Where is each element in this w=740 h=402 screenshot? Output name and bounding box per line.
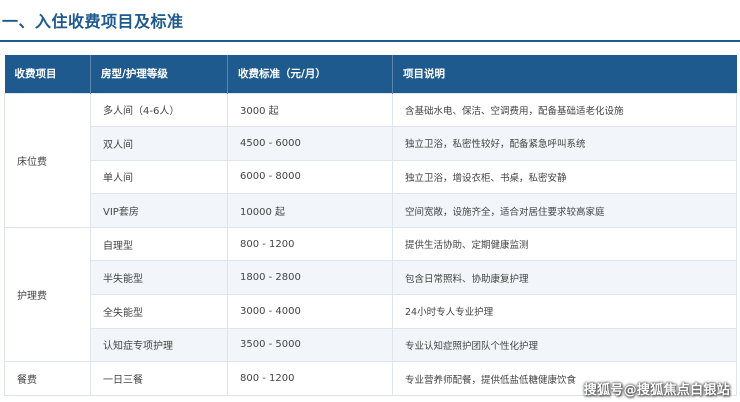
type-cell: 认知症专项护理 bbox=[90, 327, 228, 363]
type-cell: 单人间 bbox=[90, 159, 228, 195]
price-cell: 3000 起 bbox=[227, 92, 393, 128]
category-cell: 餐费 bbox=[4, 361, 91, 396]
price-cell: 1800 - 2800 bbox=[227, 260, 393, 296]
type-cell: 全失能型 bbox=[90, 294, 228, 329]
table-row: 床位费 多人间（4-6人） 3000 起 含基础水电、保洁、空调费用，配备基础适… bbox=[4, 92, 737, 228]
type-cell: 多人间（4-6人） bbox=[90, 92, 228, 128]
price-cell: 3000 - 4000 bbox=[227, 294, 393, 329]
description-cell: 独立卫浴，增设衣柜、书桌，私密安静 bbox=[392, 159, 737, 195]
price-cell: 4500 - 6000 bbox=[227, 126, 393, 161]
description-cell: 含基础水电、保洁、空调费用，配备基础适老化设施 bbox=[392, 92, 737, 128]
section-heading: 一、入住收费项目及标准 bbox=[0, 0, 740, 42]
table-row: 双人间 4500 - 6000 独立卫浴，私密性较好，配备紧急呼叫系统 bbox=[5, 126, 737, 161]
table-header-row: 收费项目 房型/护理等级 收费标准（元/月） 项目说明 bbox=[4, 55, 737, 93]
section-title: 一、入住收费项目及标准 bbox=[2, 12, 184, 31]
table-row: VIP套房 10000 起 空间宽敞，设施齐全，适合对居住要求较高家庭 bbox=[5, 193, 737, 228]
header-category: 收费项目 bbox=[4, 55, 91, 93]
table-row: 单人间 6000 - 8000 独立卫浴，增设衣柜、书桌，私密安静 bbox=[5, 159, 737, 195]
header-description: 项目说明 bbox=[403, 68, 445, 81]
price-cell: 800 - 1200 bbox=[227, 226, 393, 262]
category-cell: 护理费 bbox=[4, 226, 91, 363]
description-cell: 空间宽敞，设施齐全，适合对居住要求较高家庭 bbox=[392, 193, 737, 228]
watermark: 搜狐号@搜狐焦点白银站 bbox=[583, 383, 730, 398]
description-cell: 24小时专人专业护理 bbox=[392, 294, 737, 329]
table-row: 护理费 自理型 800 - 1200 提供生活协助、定期健康监测 bbox=[4, 226, 737, 363]
type-cell: VIP套房 bbox=[90, 193, 228, 228]
type-cell: 双人间 bbox=[90, 126, 228, 161]
description-cell: 提供生活协助、定期健康监测 bbox=[392, 226, 737, 262]
header-price: 收费标准（元/月） bbox=[227, 55, 393, 93]
header-room-type: 房型/护理等级 bbox=[90, 55, 228, 93]
price-cell: 3500 - 5000 bbox=[227, 327, 393, 363]
table-row: 认知症专项护理 3500 - 5000 专业认知症照护团队个性化护理 bbox=[5, 327, 737, 363]
price-cell: 800 - 1200 bbox=[227, 361, 393, 396]
type-cell: 自理型 bbox=[90, 226, 228, 262]
fee-table: 收费项目 房型/护理等级 收费标准（元/月） 项目说明 床位费 多人间（4-6人… bbox=[4, 55, 737, 396]
description-cell: 包含日常照料、协助康复护理 bbox=[392, 260, 737, 296]
description-cell: 独立卫浴，私密性较好，配备紧急呼叫系统 bbox=[392, 126, 737, 161]
table-row: 全失能型 3000 - 4000 24小时专人专业护理 bbox=[5, 294, 737, 329]
price-cell: 6000 - 8000 bbox=[227, 159, 393, 195]
table-row: 半失能型 1800 - 2800 包含日常照料、协助康复护理 bbox=[5, 260, 737, 296]
type-cell: 一日三餐 bbox=[90, 361, 228, 396]
price-cell: 10000 起 bbox=[227, 193, 393, 228]
type-cell: 半失能型 bbox=[90, 260, 228, 296]
description-cell: 专业认知症照护团队个性化护理 bbox=[392, 327, 737, 363]
category-cell: 床位费 bbox=[4, 92, 91, 228]
